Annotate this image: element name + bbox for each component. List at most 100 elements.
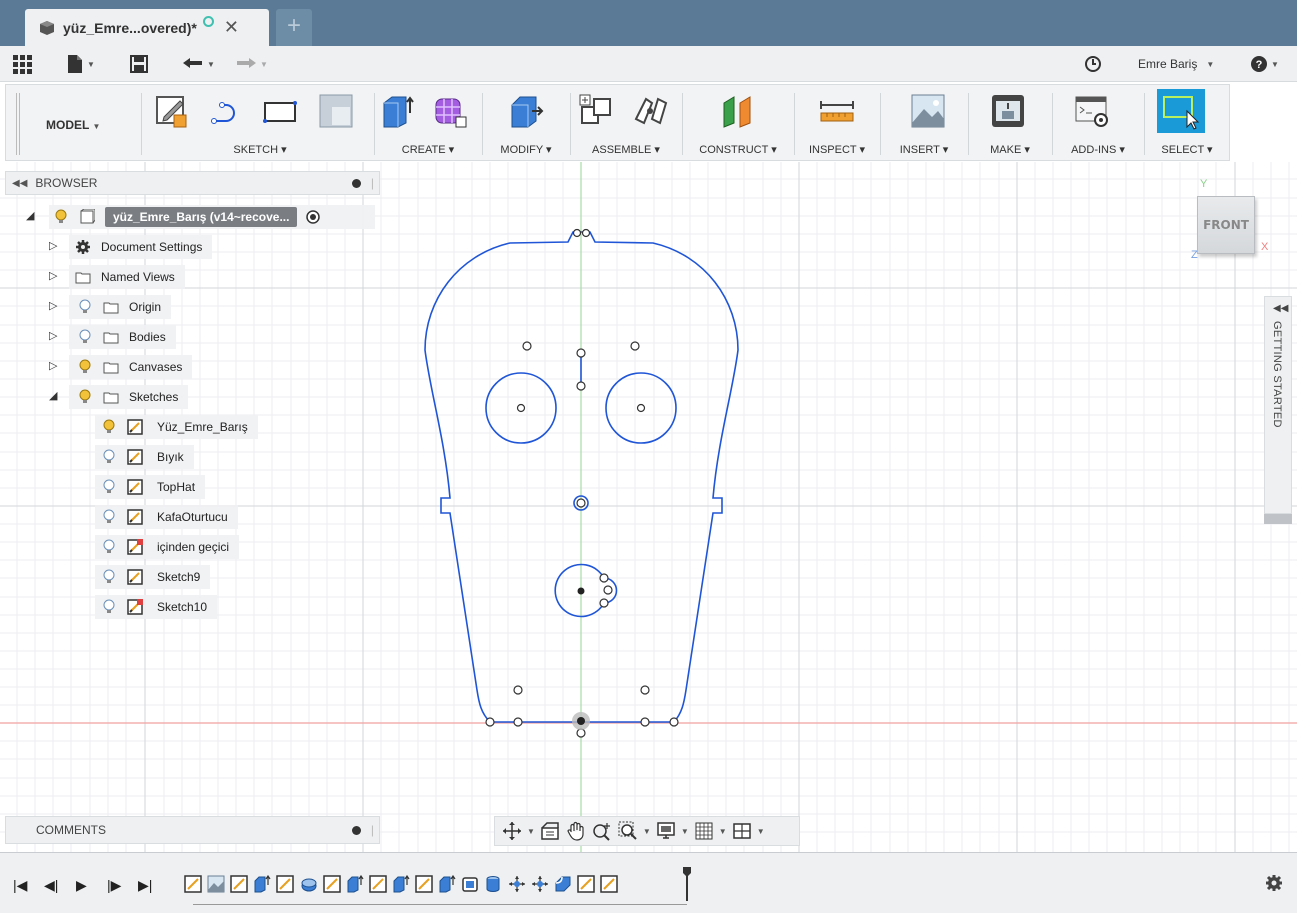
stop-sketch-icon[interactable] <box>318 93 354 129</box>
tree-item-canvases[interactable]: Canvases <box>69 355 193 379</box>
collapse-arrow-icon[interactable]: ◢ <box>49 389 61 403</box>
press-pull-icon[interactable] <box>508 93 544 129</box>
timeline-move-icon[interactable] <box>508 875 526 893</box>
timeline-extrude-icon[interactable] <box>392 875 410 893</box>
browser-header[interactable]: ◀◀ BROWSER | <box>5 171 380 195</box>
joint-icon[interactable] <box>632 93 668 129</box>
pin-icon[interactable] <box>352 179 361 188</box>
workspace-switcher[interactable]: MODEL ▼ <box>46 118 100 132</box>
grid-settings-icon[interactable] <box>693 820 715 842</box>
lightbulb-off-icon[interactable] <box>101 509 117 525</box>
play-button[interactable]: ▶ <box>76 877 87 894</box>
tree-root[interactable]: yüz_Emre_Barış (v14~recove... <box>49 205 375 229</box>
sketch-item[interactable]: Sketch10 <box>95 595 218 619</box>
select-icon[interactable] <box>1157 89 1205 133</box>
collapse-arrow-icon[interactable]: ◢ <box>26 209 38 223</box>
close-tab-button[interactable]: ✕ <box>224 17 239 38</box>
lightbulb-off-icon[interactable] <box>77 329 93 345</box>
panel-grip-icon[interactable]: | <box>371 176 374 190</box>
line-icon[interactable] <box>208 93 244 129</box>
step-forward-button[interactable]: |▶ <box>107 877 121 894</box>
create-sketch-icon[interactable] <box>154 93 190 129</box>
lightbulb-on-icon[interactable] <box>77 389 93 405</box>
timeline-sketch-icon[interactable] <box>577 875 595 893</box>
look-at-icon[interactable] <box>539 820 561 842</box>
sketch-item[interactable]: içinden geçici <box>95 535 240 559</box>
redo-button[interactable]: ▼ <box>235 52 268 76</box>
getting-started-panel[interactable]: ◀◀ GETTING STARTED <box>1264 296 1292 514</box>
sketch-item[interactable]: KafaOturtucu <box>95 505 238 529</box>
timeline-revolve-icon[interactable] <box>300 875 318 893</box>
tree-item-origin[interactable]: Origin <box>69 295 172 319</box>
lightbulb-off-icon[interactable] <box>77 299 93 315</box>
construct-menu[interactable]: CONSTRUCT ▾ <box>682 143 794 156</box>
expand-arrow-icon[interactable]: ▷ <box>49 239 61 253</box>
timeline-settings-gear-icon[interactable] <box>1264 873 1284 893</box>
lightbulb-off-icon[interactable] <box>101 479 117 495</box>
timeline-sketch-icon[interactable] <box>415 875 433 893</box>
modify-menu[interactable]: MODIFY ▾ <box>482 143 570 156</box>
sketch-menu[interactable]: SKETCH ▾ <box>146 143 374 156</box>
tree-item-document-settings[interactable]: Document Settings <box>69 235 213 259</box>
timeline-canvas-icon[interactable] <box>207 875 225 893</box>
panel-grip-icon[interactable]: | <box>371 823 374 837</box>
select-menu[interactable]: SELECT ▾ <box>1144 143 1230 156</box>
save-button[interactable] <box>130 52 148 76</box>
form-icon[interactable] <box>432 93 468 129</box>
pan-icon[interactable] <box>565 820 587 842</box>
lightbulb-on-icon[interactable] <box>101 419 117 435</box>
go-to-start-button[interactable]: |◀ <box>13 877 27 894</box>
assemble-menu[interactable]: ASSEMBLE ▾ <box>570 143 682 156</box>
viewcube[interactable]: FRONT <box>1197 196 1255 254</box>
display-settings-icon[interactable] <box>655 820 677 842</box>
measure-icon[interactable] <box>819 93 855 129</box>
sketch-item[interactable]: TopHat <box>95 475 206 499</box>
rectangle-icon[interactable] <box>262 93 298 129</box>
tree-item-bodies[interactable]: Bodies <box>69 325 176 349</box>
expand-arrow-icon[interactable]: ▷ <box>49 329 61 343</box>
expand-arrow-icon[interactable]: ▷ <box>49 299 61 313</box>
timeline-extrude-icon[interactable] <box>438 875 456 893</box>
make-menu[interactable]: MAKE ▾ <box>968 143 1052 156</box>
timeline-cylinder-icon[interactable] <box>484 875 502 893</box>
collapse-browser-icon[interactable]: ◀◀ <box>12 178 27 189</box>
timeline-move-icon[interactable] <box>531 875 549 893</box>
extrude-icon[interactable] <box>380 93 416 129</box>
viewports-icon[interactable] <box>731 820 753 842</box>
timeline-sketch-icon[interactable] <box>369 875 387 893</box>
expand-arrow-icon[interactable]: ▷ <box>49 269 61 283</box>
add-ins-menu[interactable]: ADD-INS ▾ <box>1052 143 1144 156</box>
go-to-end-button[interactable]: ▶| <box>138 877 152 894</box>
lightbulb-off-icon[interactable] <box>101 539 117 555</box>
timeline-fillet-icon[interactable] <box>554 875 572 893</box>
sketch-item[interactable]: Bıyık <box>95 445 194 469</box>
3d-print-icon[interactable] <box>990 93 1026 129</box>
timeline-sketch-icon[interactable] <box>600 875 618 893</box>
lightbulb-off-icon[interactable] <box>101 599 117 615</box>
new-tab-button[interactable]: + <box>276 9 312 46</box>
active-radio-icon[interactable] <box>305 209 321 225</box>
insert-canvas-icon[interactable] <box>910 93 946 129</box>
expand-arrow-icon[interactable]: ▷ <box>49 359 61 373</box>
timeline-sketch-icon[interactable] <box>323 875 341 893</box>
timeline-sketch-icon[interactable] <box>230 875 248 893</box>
add-comment-icon[interactable] <box>352 826 361 835</box>
offset-plane-icon[interactable] <box>720 93 756 129</box>
timeline-marker-icon[interactable] <box>683 867 691 901</box>
timeline-sketch-icon[interactable] <box>184 875 202 893</box>
apps-grid-button[interactable] <box>12 52 32 76</box>
undo-button[interactable]: ▼ <box>182 52 215 76</box>
lightbulb-off-icon[interactable] <box>101 569 117 585</box>
inspect-menu[interactable]: INSPECT ▾ <box>794 143 880 156</box>
timeline-shell-icon[interactable] <box>461 875 479 893</box>
sketch-item[interactable]: Sketch9 <box>95 565 211 589</box>
insert-menu[interactable]: INSERT ▾ <box>880 143 968 156</box>
lightbulb-on-icon[interactable] <box>77 359 93 375</box>
getting-started-tab[interactable] <box>1264 514 1292 524</box>
scripts-icon[interactable] <box>1074 93 1110 129</box>
sketch-item[interactable]: Yüz_Emre_Barış <box>95 415 258 439</box>
timeline-sketch-icon[interactable] <box>276 875 294 893</box>
expand-panel-icon[interactable]: ◀◀ <box>1273 303 1288 314</box>
tree-item-named-views[interactable]: Named Views <box>69 265 185 289</box>
timeline-extrude-icon[interactable] <box>253 875 271 893</box>
